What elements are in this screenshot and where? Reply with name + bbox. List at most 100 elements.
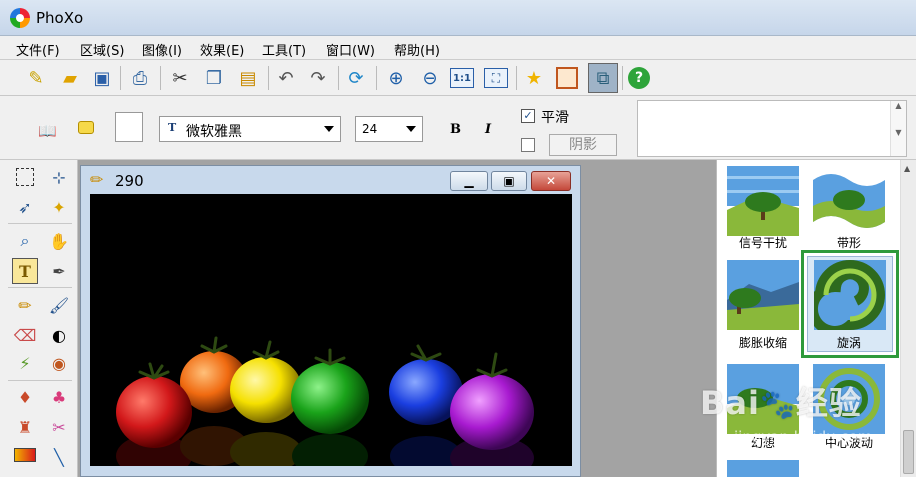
- fit-window-icon[interactable]: ⛶: [484, 68, 508, 88]
- effect-thumb-signal-interference[interactable]: [727, 166, 799, 236]
- toolbar-separator: [516, 66, 517, 90]
- pencil-icon[interactable]: ✏: [12, 292, 38, 318]
- menu-window[interactable]: 窗口(W): [326, 40, 375, 59]
- menu-tools[interactable]: 工具(T): [262, 40, 306, 59]
- text-input-scrollbar[interactable]: ▲ ▼: [890, 101, 906, 156]
- cut-icon[interactable]: ✂: [168, 66, 192, 90]
- effect-thumb-band[interactable]: [813, 166, 885, 236]
- scrollbar-thumb[interactable]: [903, 430, 914, 474]
- chevron-down-icon: [324, 126, 334, 132]
- move-selection-icon[interactable]: ⊹: [46, 164, 72, 190]
- text-options-bar: 📖 T 微软雅黑 24 B I ✓ 平滑 阴影 ▲ ▼: [0, 96, 916, 160]
- refresh-icon[interactable]: ⟳: [344, 66, 368, 90]
- app-title: PhoXo: [36, 9, 84, 27]
- scissors-icon[interactable]: ✂: [46, 414, 72, 440]
- gradient-icon[interactable]: [14, 448, 36, 462]
- effect-label: 旋涡: [836, 336, 861, 350]
- contrast-icon[interactable]: ◐: [46, 322, 72, 348]
- paste-icon[interactable]: ▤: [236, 66, 260, 90]
- palette-divider: [8, 287, 72, 288]
- lasso-icon[interactable]: ➶: [12, 194, 38, 220]
- text-color-swatch[interactable]: [115, 112, 143, 142]
- red-eye-icon[interactable]: ◉: [46, 350, 72, 376]
- tool-palette: ⊹ ➶ ✦ ⌕ ✋ T ✒ ✏ 🖌 ⌫ ◐ ⚡ ◉ ♦ ♣ ♜ ✂ ╲: [0, 160, 78, 477]
- toolbar-separator: [160, 66, 161, 90]
- text-tool-icon[interactable]: T: [12, 258, 38, 284]
- main-toolbar: ✎ ▰ ▣ ⎙ ✂ ❐ ▤ ↶ ↷ ⟳ ⊕ ⊖ 1:1 ⛶ ★ ⧉ ?: [0, 60, 916, 96]
- shadow-button[interactable]: 阴影: [549, 134, 617, 156]
- pencil-icon: ✏: [90, 170, 104, 189]
- toolbar-separator: [376, 66, 377, 90]
- tree-landscape-icon: [727, 260, 799, 330]
- new-icon[interactable]: ✎: [24, 66, 48, 90]
- font-size-select[interactable]: 24: [355, 116, 423, 142]
- copy-icon[interactable]: ❐: [202, 66, 226, 90]
- chevron-down-icon: [406, 126, 416, 132]
- menu-effects[interactable]: 效果(E): [200, 40, 244, 59]
- star-icon[interactable]: ★: [522, 66, 546, 90]
- toolbar-separator: [338, 66, 339, 90]
- actual-size-icon[interactable]: 1:1: [450, 68, 474, 88]
- line-tool-icon[interactable]: ╲: [46, 444, 72, 470]
- magnifier-icon[interactable]: ⌕: [12, 228, 38, 254]
- minimize-button[interactable]: ▁: [450, 171, 488, 191]
- open-icon[interactable]: ▰: [58, 66, 82, 90]
- text-input-area[interactable]: ▲ ▼: [637, 100, 907, 157]
- document-window: ✏ 290 ▁ ▣ ✕: [80, 165, 581, 477]
- tree-landscape-icon: [727, 460, 799, 477]
- redo-icon[interactable]: ↷: [306, 66, 330, 90]
- smooth-checkbox[interactable]: ✓: [521, 109, 535, 123]
- clone-stamp-icon[interactable]: ♣: [46, 384, 72, 410]
- menu-region[interactable]: 区域(S): [80, 40, 124, 59]
- font-family-select[interactable]: T 微软雅黑: [159, 116, 341, 142]
- baidu-watermark-logo: Bai🐾经验: [700, 384, 862, 422]
- palette-divider: [8, 380, 72, 381]
- smudge-icon[interactable]: ⚡: [12, 350, 38, 376]
- brush-icon[interactable]: 🖌: [46, 292, 72, 318]
- italic-button[interactable]: I: [485, 122, 491, 137]
- effect-thumb-swirl[interactable]: [814, 260, 886, 330]
- shadow-checkbox[interactable]: [521, 138, 535, 152]
- effect-thumb-partial[interactable]: [727, 460, 799, 477]
- maximize-button[interactable]: ▣: [491, 171, 527, 191]
- effect-thumb-pinch[interactable]: [727, 260, 799, 330]
- scroll-up-icon[interactable]: ▲: [904, 164, 910, 173]
- layers-icon[interactable]: ⧉: [588, 63, 618, 93]
- eyedropper-icon[interactable]: ✒: [46, 258, 72, 284]
- zoom-out-icon[interactable]: ⊖: [418, 66, 442, 90]
- palette-divider: [8, 223, 72, 224]
- font-size-value: 24: [362, 122, 378, 136]
- title-bar: PhoXo: [0, 0, 916, 36]
- help-icon[interactable]: ?: [628, 67, 650, 89]
- image-canvas[interactable]: [90, 194, 572, 466]
- app-logo-icon: [10, 8, 30, 28]
- menu-help[interactable]: 帮助(H): [394, 40, 440, 59]
- magic-wand-icon[interactable]: ✦: [46, 194, 72, 220]
- frame-icon[interactable]: [556, 67, 578, 89]
- rect-select-icon[interactable]: [16, 168, 34, 186]
- eraser-icon[interactable]: ⌫: [12, 322, 38, 348]
- hand-icon[interactable]: ✋: [46, 228, 72, 254]
- save-icon[interactable]: ▣: [90, 66, 114, 90]
- menu-image[interactable]: 图像(I): [142, 40, 182, 59]
- truetype-icon: T: [168, 121, 177, 134]
- close-button[interactable]: ✕: [531, 171, 571, 191]
- effect-label: 信号干扰: [738, 236, 787, 250]
- toolbar-separator: [268, 66, 269, 90]
- speech-bubble-icon[interactable]: [78, 121, 94, 134]
- zoom-in-icon[interactable]: ⊕: [384, 66, 408, 90]
- menu-file[interactable]: 文件(F): [16, 40, 60, 59]
- tree-landscape-icon: [813, 166, 885, 236]
- book-icon[interactable]: 📖: [38, 122, 57, 140]
- tomatoes-photo: [116, 336, 534, 466]
- toolbar-separator: [120, 66, 121, 90]
- effects-scrollbar[interactable]: ▲: [900, 160, 916, 477]
- stamp-icon[interactable]: ♜: [12, 414, 38, 440]
- print-icon[interactable]: ⎙: [128, 66, 152, 90]
- effect-label: 膨胀收缩: [738, 336, 787, 350]
- swirl-icon: [814, 260, 886, 330]
- undo-icon[interactable]: ↶: [274, 66, 298, 90]
- fill-bucket-icon[interactable]: ♦: [12, 384, 38, 410]
- tree-landscape-icon: [727, 166, 799, 236]
- bold-button[interactable]: B: [450, 122, 461, 137]
